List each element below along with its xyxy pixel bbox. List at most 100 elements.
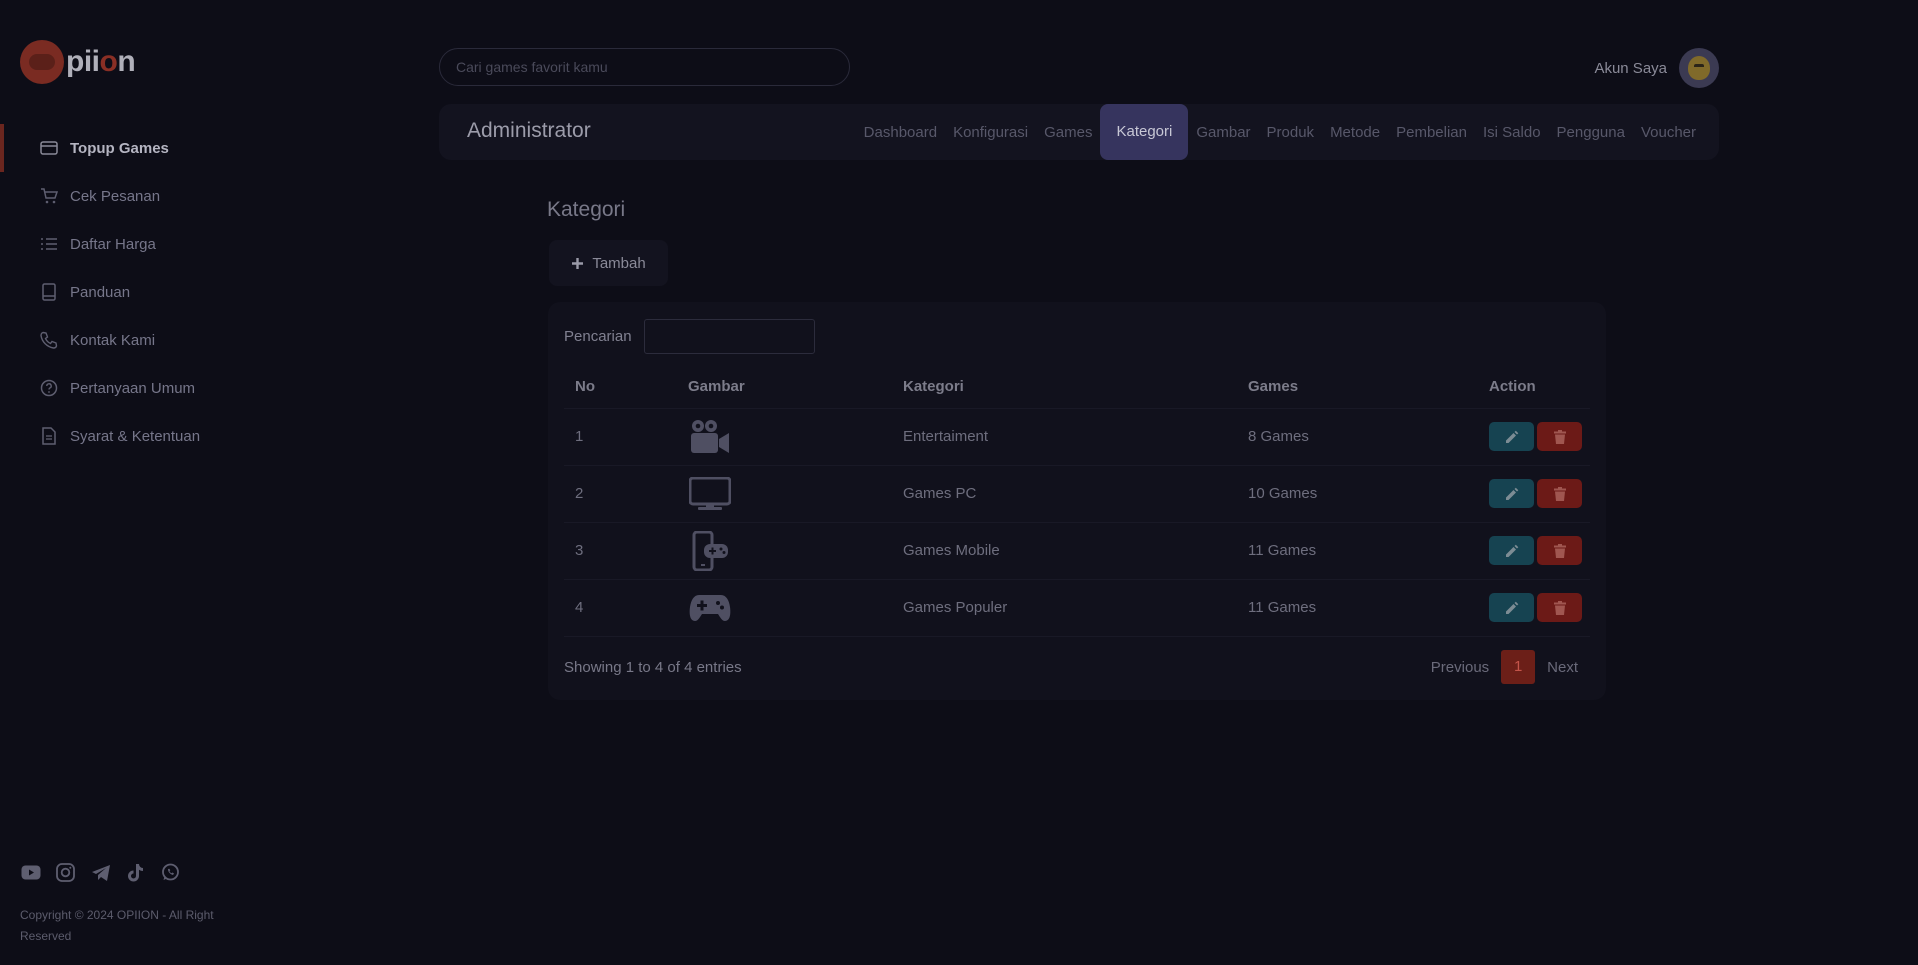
column-header-games[interactable]: Games [1237,366,1478,408]
sidebar-item-syarat-ketentuan[interactable]: Syarat & Ketentuan [0,412,290,460]
logo[interactable]: piion [20,40,136,84]
search-label: Pencarian [564,328,632,345]
entries-info: Showing 1 to 4 of 4 entries [564,658,742,676]
gamepad-icon [688,586,732,630]
tab-produk[interactable]: Produk [1259,124,1323,141]
admin-tabs: Dashboard Konfigurasi Games Kategori Gam… [856,104,1704,160]
sidebar-item-label: Cek Pesanan [70,187,161,205]
account-label: Akun Saya [1594,59,1667,77]
sidebar-item-cek-pesanan[interactable]: Cek Pesanan [0,172,290,220]
cell-no: 4 [564,578,677,637]
social-links [20,862,181,883]
pencil-icon [1505,430,1518,443]
mobile-gamepad-icon [688,529,732,573]
sidebar-item-panduan[interactable]: Panduan [0,268,290,316]
page-title: Kategori [547,198,626,221]
sidebar-item-kontak-kami[interactable]: Kontak Kami [0,316,290,364]
book-icon [40,283,58,301]
plus-icon [572,257,584,269]
cell-games: 11 Games [1237,578,1478,637]
sidebar-item-label: Kontak Kami [70,331,156,349]
tab-games[interactable]: Games [1036,124,1100,141]
question-icon [40,379,58,397]
category-table-card: Pencarian No Gambar Kategori Games Actio… [548,302,1606,700]
sidebar-nav: Topup Games Cek Pesanan Daftar Harga Pan… [0,124,290,460]
sidebar-item-daftar-harga[interactable]: Daftar Harga [0,220,290,268]
tab-pengguna[interactable]: Pengguna [1549,124,1633,141]
sidebar-item-label: Daftar Harga [70,235,156,253]
list-icon [40,235,58,253]
edit-button[interactable] [1489,593,1534,622]
add-button[interactable]: Tambah [549,240,668,286]
cell-kategori: Games Mobile [892,521,1237,579]
cell-kategori: Entertaiment [892,407,1237,465]
tab-isi-saldo[interactable]: Isi Saldo [1475,124,1549,141]
cell-no: 2 [564,464,677,522]
column-header-gambar[interactable]: Gambar [677,366,892,408]
search-input[interactable] [439,48,850,86]
youtube-icon[interactable] [20,862,41,883]
table-row: 4 Games Populer 11 Games [564,578,1590,637]
column-header-kategori[interactable]: Kategori [892,366,1237,408]
table-row: 2 Games PC 10 Games [564,464,1590,522]
instagram-icon[interactable] [55,862,76,883]
tiktok-icon[interactable] [125,862,146,883]
edit-button[interactable] [1489,479,1534,508]
table-search-input[interactable] [643,319,815,354]
cart-icon [40,187,58,205]
tab-kategori[interactable]: Kategori [1100,104,1189,160]
card-icon [40,139,58,157]
next-button[interactable]: Next [1535,659,1590,676]
sidebar-item-label: Pertanyaan Umum [70,379,196,397]
account-menu[interactable]: Akun Saya [1594,48,1719,88]
delete-button[interactable] [1537,536,1582,565]
trash-icon [1553,429,1566,444]
edit-button[interactable] [1489,422,1534,451]
tab-metode[interactable]: Metode [1322,124,1388,141]
avatar[interactable] [1679,48,1719,88]
trash-icon [1553,486,1566,501]
category-table: No Gambar Kategori Games Action 1 Entert… [564,366,1590,637]
table-search: Pencarian [564,319,815,354]
desktop-icon [688,472,732,516]
cell-games: 10 Games [1237,464,1478,522]
row-actions [1489,422,1590,451]
table-header-row: No Gambar Kategori Games Action [564,366,1590,408]
cell-games: 8 Games [1237,407,1478,465]
cell-no: 1 [564,407,677,465]
column-header-no[interactable]: No [564,366,677,408]
column-header-action[interactable]: Action [1478,366,1590,408]
row-actions [1489,593,1590,622]
row-actions [1489,536,1590,565]
telegram-icon[interactable] [90,862,111,883]
sidebar-item-pertanyaan-umum[interactable]: Pertanyaan Umum [0,364,290,412]
sidebar-item-topup-games[interactable]: Topup Games [0,124,290,172]
edit-button[interactable] [1489,536,1534,565]
sidebar: piion Topup Games Cek Pesanan Daftar Har… [0,0,290,965]
trash-icon [1553,600,1566,615]
tab-gambar[interactable]: Gambar [1188,124,1258,141]
sidebar-item-label: Panduan [70,283,131,301]
delete-button[interactable] [1537,593,1582,622]
page-button-current[interactable]: 1 [1501,650,1536,684]
previous-button[interactable]: Previous [1419,659,1501,676]
row-actions [1489,479,1590,508]
table-row: 1 Entertaiment 8 Games [564,407,1590,465]
tab-voucher[interactable]: Voucher [1633,124,1704,141]
admin-bar: Administrator Dashboard Konfigurasi Game… [439,104,1719,160]
cell-kategori: Games PC [892,464,1237,522]
phone-icon [40,331,58,349]
tab-pembelian[interactable]: Pembelian [1388,124,1475,141]
delete-button[interactable] [1537,479,1582,508]
delete-button[interactable] [1537,422,1582,451]
add-button-label: Tambah [592,254,646,272]
table-footer: Showing 1 to 4 of 4 entries Previous 1 N… [564,650,1590,684]
logo-icon [20,40,64,84]
pencil-icon [1505,601,1518,614]
tab-konfigurasi[interactable]: Konfigurasi [945,124,1036,141]
trash-icon [1553,543,1566,558]
tab-dashboard[interactable]: Dashboard [856,124,945,141]
table-row: 3 Games Mobile 11 Games [564,521,1590,579]
whatsapp-icon[interactable] [160,862,181,883]
sidebar-item-label: Topup Games [70,139,169,157]
